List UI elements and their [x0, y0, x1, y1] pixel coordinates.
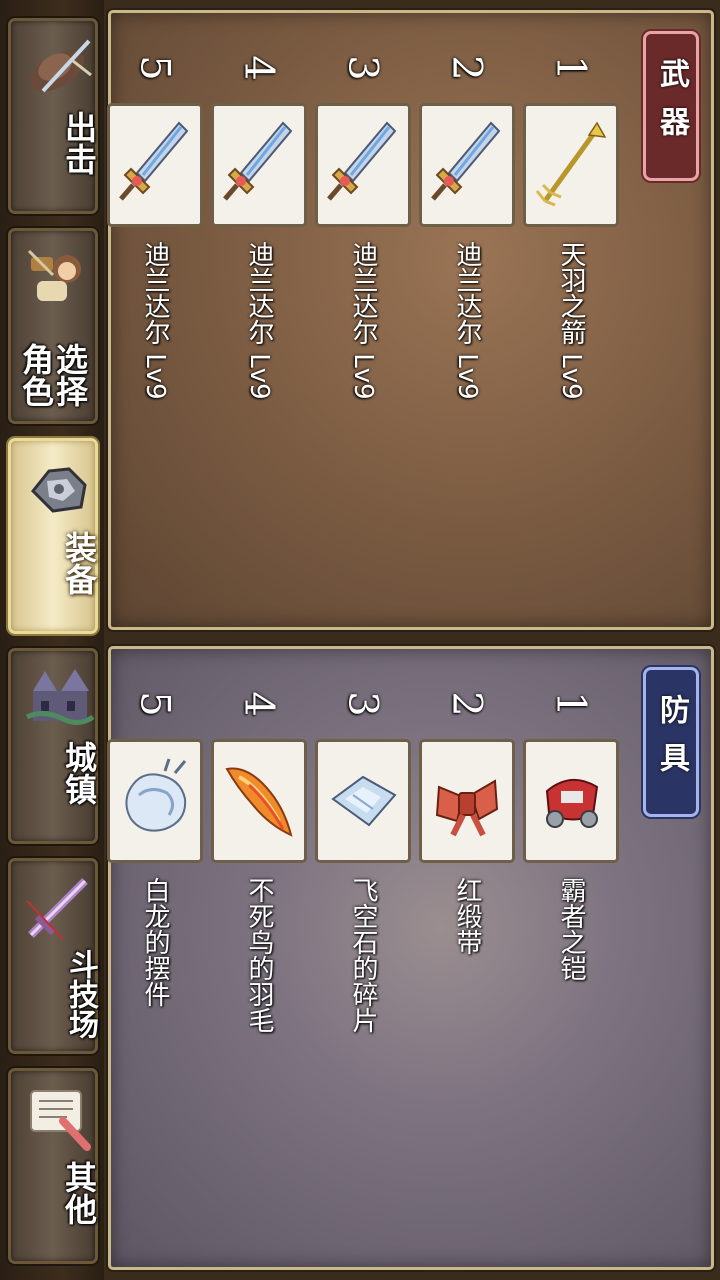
nav-sortie-button[interactable]: 出击 [8, 18, 98, 214]
armor-tag: 防具 [643, 667, 699, 817]
weapon-slot-name: 迪兰达尔 Lv9 [452, 241, 482, 400]
crystal-shard-icon [331, 775, 397, 827]
weapon-slot-icon-box[interactable] [419, 103, 515, 227]
nav-arena-button[interactable]: 斗技场 [8, 858, 98, 1054]
nav-other-label: 其他 [60, 1161, 98, 1225]
arrow-icon [535, 121, 607, 207]
armor-slot-5[interactable]: 5 白龙的摆件 [107, 677, 203, 1237]
weapons-title: 武器 [654, 58, 689, 154]
character-icon [21, 239, 97, 315]
weapon-slot-number: 2 [443, 55, 490, 81]
weapon-slot-3[interactable]: 3 迪兰达尔 Lv9 [315, 41, 411, 601]
armor-slot-icon-box[interactable] [107, 739, 203, 863]
armor-slot-name: 不死鸟的羽毛 [244, 877, 274, 1033]
weapon-slot-5[interactable]: 5 迪兰达尔 Lv9 [107, 41, 203, 601]
weapon-slot-name: 迪兰达尔 Lv9 [348, 241, 378, 400]
armor-slot-name: 霸者之铠 [556, 877, 586, 981]
hat-icon [21, 29, 97, 105]
castle-icon [21, 659, 97, 735]
weapon-slot-number: 5 [131, 55, 178, 81]
nav-equipment-button[interactable]: 装备 [8, 438, 98, 634]
sword-icon [119, 121, 189, 201]
weapon-slot-name: 迪兰达尔 Lv9 [140, 241, 170, 400]
armor-slot-icon-box[interactable] [211, 739, 307, 863]
sword-icon [21, 869, 97, 945]
weapon-slot-name: 迪兰达尔 Lv9 [244, 241, 274, 400]
armor-slot-name: 红缎带 [452, 877, 482, 955]
nav-select-character-line1: 选择 [51, 343, 89, 407]
armor-title: 防具 [654, 694, 689, 790]
weapon-slot-number: 1 [547, 55, 594, 81]
sword-icon [431, 121, 501, 201]
armor-panel: 防具 1 霸者之铠 2 红缎带 3 飞空石的碎片 4 不死鸟的羽毛 5 白龙的摆… [107, 646, 714, 1270]
nav-other-button[interactable]: 其他 [8, 1068, 98, 1264]
weapon-slot-1[interactable]: 1 天羽之箭 Lv9 [523, 41, 619, 601]
weapons-tag: 武器 [643, 31, 699, 181]
weapon-slot-number: 4 [235, 55, 282, 81]
sword-icon [327, 121, 397, 201]
weapon-slot-2[interactable]: 2 迪兰达尔 Lv9 [419, 41, 515, 601]
weapon-slot-icon-box[interactable] [211, 103, 307, 227]
armor-slot-name: 白龙的摆件 [140, 877, 170, 1007]
armor-slot-number: 5 [131, 691, 178, 717]
armor-slot-number: 3 [339, 691, 386, 717]
armor-icon [21, 449, 97, 525]
weapons-panel: 武器 1 天羽之箭 Lv9 2 迪兰达尔 Lv9 3 迪兰达尔 Lv9 4 迪兰… [107, 10, 714, 630]
weapon-slot-icon-box[interactable] [107, 103, 203, 227]
armor-slot-number: 4 [235, 691, 282, 717]
weapon-slot-number: 3 [339, 55, 386, 81]
ribbon-icon [435, 779, 499, 837]
armor-slot-2[interactable]: 2 红缎带 [419, 677, 515, 1237]
armor-slot-icon-box[interactable] [419, 739, 515, 863]
weapon-slot-icon-box[interactable] [315, 103, 411, 227]
armor-slot-icon-box[interactable] [523, 739, 619, 863]
nav-equipment-label: 装备 [60, 531, 98, 595]
armor-slot-1[interactable]: 1 霸者之铠 [523, 677, 619, 1237]
nav-select-character-line2: 角色 [17, 343, 55, 407]
sword-icon [223, 121, 293, 201]
weapon-slot-name: 天羽之箭 Lv9 [556, 241, 586, 400]
armor-slot-number: 1 [547, 691, 594, 717]
armor-slot-3[interactable]: 3 飞空石的碎片 [315, 677, 411, 1237]
weapon-slot-icon-box[interactable] [523, 103, 619, 227]
armor-slot-4[interactable]: 4 不死鸟的羽毛 [211, 677, 307, 1237]
weapon-slot-4[interactable]: 4 迪兰达尔 Lv9 [211, 41, 307, 601]
red-armor-icon [545, 779, 599, 828]
dragon-ornament-icon [125, 758, 187, 832]
armor-slot-number: 2 [443, 691, 490, 717]
feather-icon [225, 767, 293, 837]
armor-slot-icon-box[interactable] [315, 739, 411, 863]
nav-town-button[interactable]: 城镇 [8, 648, 98, 844]
nav-sortie-label: 出击 [60, 111, 98, 175]
armor-slot-name: 飞空石的碎片 [348, 877, 378, 1033]
nav-town-label: 城镇 [60, 741, 98, 805]
scroll-icon [21, 1079, 97, 1155]
nav-select-character-button[interactable]: 选择 角色 [8, 228, 98, 424]
nav-select-character-label: 选择 角色 [11, 343, 95, 407]
nav-arena-label: 斗技场 [63, 949, 98, 1039]
side-navigation: 出击 选择 角色 装备 城镇 斗技场 其他 [0, 0, 104, 1280]
